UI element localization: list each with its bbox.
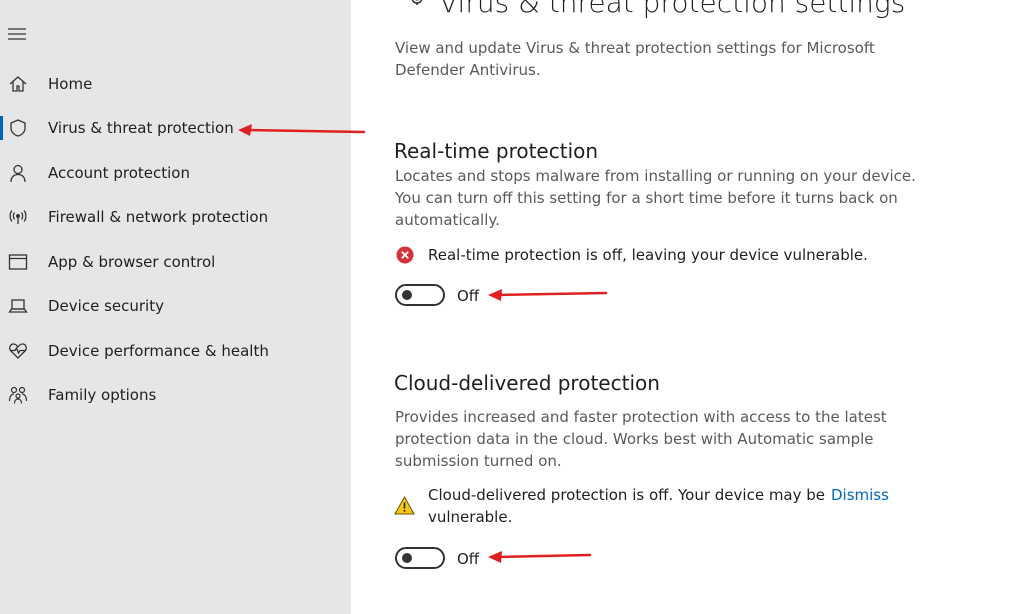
- sidebar-item-label: Account protection: [48, 164, 190, 182]
- sidebar-item-label: Family options: [48, 386, 157, 404]
- wifi-signal-icon: [8, 207, 28, 227]
- dismiss-link[interactable]: Dismiss: [831, 484, 889, 506]
- toggle-knob: [402, 553, 412, 563]
- shield-icon: [8, 118, 28, 138]
- realtime-protection-title: Real-time protection: [394, 139, 599, 163]
- family-icon: [8, 385, 28, 405]
- realtime-status-message: Real-time protection is off, leaving you…: [428, 246, 868, 264]
- laptop-icon: [8, 296, 28, 316]
- sidebar-item-label: Device security: [48, 297, 164, 315]
- sidebar-item-device-security[interactable]: Device security: [0, 286, 351, 326]
- warning-triangle-icon: [394, 495, 415, 515]
- cloud-protection-description: Provides increased and faster protection…: [395, 408, 887, 470]
- sidebar-item-firewall-network-protection[interactable]: Firewall & network protection: [0, 197, 351, 237]
- sidebar-item-device-performance-health[interactable]: Device performance & health: [0, 331, 351, 371]
- main-content: Virus & threat protection settings View …: [351, 0, 1024, 614]
- sidebar-item-family-options[interactable]: Family options: [0, 375, 351, 415]
- error-x-icon: [396, 246, 414, 264]
- sidebar-item-app-browser-control[interactable]: App & browser control: [0, 242, 351, 282]
- cloud-protection-toggle[interactable]: [395, 547, 445, 569]
- hamburger-icon[interactable]: [8, 25, 26, 40]
- person-icon: [8, 163, 28, 183]
- sidebar-item-label: Device performance & health: [48, 342, 269, 360]
- sidebar-item-label: Firewall & network protection: [48, 208, 269, 226]
- annotation-arrow-sidebar: [238, 124, 366, 136]
- realtime-protection-description: Locates and stops malware from installin…: [395, 167, 916, 229]
- cloud-status-message: Cloud-delivered protection is off. Your …: [428, 486, 826, 526]
- sidebar-item-label: App & browser control: [48, 253, 216, 271]
- active-indicator: [0, 116, 3, 140]
- cloud-protection-title: Cloud-delivered protection: [394, 371, 660, 395]
- browser-window-icon: [8, 252, 28, 272]
- heart-pulse-icon: [8, 341, 28, 361]
- realtime-protection-toggle[interactable]: [395, 284, 445, 306]
- home-icon: [8, 74, 28, 94]
- sidebar-item-label: Home: [48, 75, 93, 93]
- realtime-toggle-state: Off: [457, 287, 480, 305]
- toggle-knob: [402, 290, 412, 300]
- annotation-arrow-realtime-toggle: [488, 289, 608, 301]
- gear-shield-icon: [401, 0, 429, 18]
- cloud-toggle-state: Off: [457, 550, 480, 568]
- sidebar: Home Virus & threat protection Account p…: [0, 0, 351, 614]
- annotation-arrow-cloud-toggle: [488, 551, 592, 563]
- page-description: View and update Virus & threat protectio…: [395, 39, 875, 79]
- sidebar-item-label: Virus & threat protection: [48, 119, 234, 137]
- page-title: Virus & threat protection settings: [439, 0, 906, 19]
- sidebar-item-home[interactable]: Home: [0, 64, 351, 104]
- sidebar-item-account-protection[interactable]: Account protection: [0, 153, 351, 193]
